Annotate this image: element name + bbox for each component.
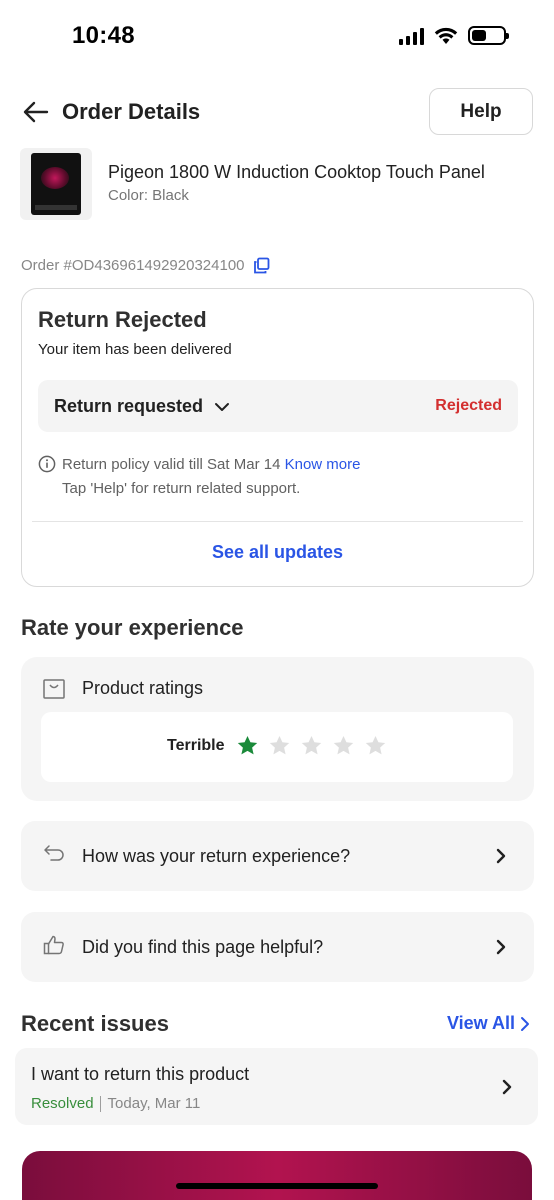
issue-card[interactable]: I want to return this product Resolved T… — [15, 1048, 538, 1125]
product-name: Pigeon 1800 W Induction Cooktop Touch Pa… — [108, 162, 485, 182]
star-icon[interactable] — [237, 735, 258, 756]
shopping-bag-icon — [43, 679, 65, 699]
star-icon[interactable] — [269, 735, 290, 756]
order-id-row: Order #OD436961492920324100 — [21, 257, 270, 274]
info-icon — [38, 455, 56, 473]
promo-banner[interactable] — [22, 1151, 532, 1200]
product-ratings-label: Product ratings — [82, 678, 204, 698]
return-experience-row[interactable]: How was your return experience? — [21, 821, 534, 891]
return-policy-text: Return policy valid till Sat Mar 14 — [62, 456, 281, 473]
product-ratings-card: Product ratings Terrible — [21, 657, 534, 801]
thumbs-up-icon — [43, 935, 64, 955]
status-icons — [399, 26, 509, 45]
card-divider — [32, 521, 523, 522]
back-arrow-icon[interactable] — [22, 98, 50, 126]
return-experience-label: How was your return experience? — [82, 846, 351, 866]
view-all-label: View All — [446, 1013, 515, 1033]
star-icon[interactable] — [365, 735, 386, 756]
status-bar: 10:48 — [0, 0, 554, 74]
issue-date: Today, Mar 11 — [107, 1095, 201, 1112]
product-color: Color: Black — [108, 187, 189, 204]
star-icon[interactable] — [301, 735, 322, 756]
chevron-right-icon — [521, 1016, 529, 1031]
chevron-right-icon — [502, 1079, 512, 1095]
return-arrow-icon — [44, 845, 64, 861]
product-image — [20, 148, 92, 220]
return-status-title: Return Rejected — [38, 307, 207, 332]
chevron-down-icon — [215, 403, 229, 411]
signal-icon — [399, 27, 424, 45]
star-rating[interactable] — [237, 735, 386, 756]
issue-meta: Resolved Today, Mar 11 — [31, 1095, 200, 1112]
rating-stars-panel: Terrible — [41, 712, 513, 782]
order-id: Order #OD436961492920324100 — [21, 257, 245, 274]
return-requested-label: Return requested — [54, 396, 204, 416]
help-button[interactable]: Help — [429, 88, 533, 135]
see-all-updates-link[interactable]: See all updates — [22, 542, 533, 563]
return-status-card: Return Rejected Your item has been deliv… — [21, 288, 534, 587]
chevron-right-icon — [496, 848, 506, 864]
star-icon[interactable] — [333, 735, 354, 756]
know-more-link[interactable]: Know more — [285, 456, 361, 473]
delivery-status-text: Your item has been delivered — [38, 341, 232, 358]
status-time: 10:48 — [72, 22, 135, 49]
battery-icon — [468, 26, 509, 45]
rating-word: Terrible — [167, 737, 225, 754]
view-all-link[interactable]: View All — [447, 1013, 531, 1034]
issue-title: I want to return this product — [31, 1064, 250, 1084]
issue-separator — [99, 1095, 101, 1112]
return-requested-row[interactable]: Return requested Rejected — [38, 380, 518, 432]
help-support-note: Tap 'Help' for return related support. — [62, 480, 301, 497]
return-rejected-badge: Rejected — [435, 397, 502, 414]
recent-issues-heading: Recent issues — [21, 1011, 169, 1036]
rate-experience-heading: Rate your experience — [21, 615, 244, 640]
issue-status: Resolved — [31, 1095, 94, 1112]
chevron-right-icon — [496, 939, 506, 955]
home-indicator[interactable] — [176, 1183, 378, 1189]
product-summary[interactable]: Pigeon 1800 W Induction Cooktop Touch Pa… — [20, 148, 534, 220]
page-helpful-row[interactable]: Did you find this page helpful? — [21, 912, 534, 982]
page-title: Order Details — [62, 99, 201, 124]
copy-icon[interactable] — [253, 257, 270, 274]
header: Order Details Help — [0, 88, 554, 136]
page-helpful-label: Did you find this page helpful? — [82, 937, 324, 957]
wifi-icon — [434, 27, 458, 44]
